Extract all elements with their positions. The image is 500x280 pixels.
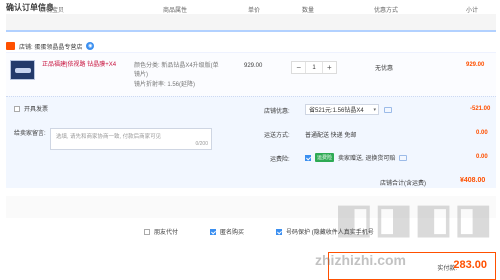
col-promo: 优惠方式	[374, 8, 399, 14]
increase-button[interactable]: +	[323, 62, 336, 73]
anonymous-checkbox[interactable]	[210, 228, 217, 235]
shipping-label: 运送方式:	[264, 133, 290, 139]
invoice-checkbox[interactable]	[14, 105, 20, 112]
pay-amount: 283.00	[453, 259, 487, 271]
shop-total-amount: ¥408.00	[460, 177, 486, 184]
coupon-label: 店铺优惠:	[264, 109, 290, 115]
message-counter: 0/200	[195, 141, 208, 147]
order-options: 朋友代付 匿名购买 号码保护 (隐藏收件人真实手机号	[140, 227, 402, 236]
product-attr-index: 镜片折射率: 1.56(延降)	[134, 82, 196, 88]
friend-pay-checkbox[interactable]	[144, 228, 150, 235]
shop-icon	[6, 42, 15, 50]
product-attr-color: 颜色分类: 新品钻晶X4升级版(单	[134, 63, 219, 69]
coupon-select[interactable]: 省521元:1.56钻晶X4 ▾	[305, 104, 379, 115]
col-attributes: 商品属性	[163, 8, 188, 14]
option-friend-pay[interactable]: 朋友代付	[140, 227, 178, 236]
message-textarea[interactable]: 选填, 请先和商家协商一致, 付款后商家可见 0/200	[50, 128, 212, 150]
option-anonymous[interactable]: 匿名购买	[206, 227, 244, 236]
col-quantity: 数量	[302, 8, 315, 14]
shop-name[interactable]: 店铺: 蛋蛋领晶晶专营店	[19, 42, 82, 51]
insurance-label: 运费险:	[270, 157, 290, 163]
insurance-tag: 运费险	[315, 153, 335, 162]
number-protect-label: 号码保护 (隐藏收件人真实手机号	[286, 230, 374, 236]
insurance-checkbox[interactable]	[305, 154, 311, 161]
col-unit-price: 单价	[248, 8, 261, 14]
shop-row: 店铺: 蛋蛋领晶晶专营店 ◉	[6, 40, 306, 52]
product-thumbnail[interactable]	[10, 60, 35, 80]
quantity-stepper: − 1 +	[291, 61, 337, 74]
watermark-text: zhizhizhi.com	[315, 252, 406, 268]
insurance-row: 运费险 卖家赠送, 退换货可赔	[305, 153, 408, 162]
promo-value: 无优惠	[375, 66, 394, 72]
col-subtotal: 小计	[466, 8, 479, 14]
friend-pay-label: 朋友代付	[154, 230, 179, 236]
shipping-value: 普通配送 快递 免邮	[305, 133, 357, 139]
shipping-amount: 0.00	[476, 130, 488, 136]
insurance-amount: 0.00	[476, 154, 488, 160]
message-placeholder: 选填, 请先和商家协商一致, 付款后商家可见	[56, 134, 162, 140]
item-subtotal: 929.00	[466, 62, 485, 68]
decrease-button[interactable]: −	[292, 62, 305, 73]
comment-icon[interactable]	[399, 154, 408, 161]
chat-badge-icon[interactable]: ◉	[86, 42, 95, 50]
shop-total-label: 店铺合计(含运费)	[380, 181, 426, 187]
number-protect-checkbox[interactable]	[276, 228, 283, 235]
product-name[interactable]: 正品福建|依视路 钻晶膜+X4升...	[42, 59, 116, 69]
coupon-selected: 省521元:1.56钻晶X4	[309, 108, 364, 114]
message-label: 给卖家留言:	[14, 131, 46, 137]
col-shop-item: 店铺宝贝	[40, 8, 65, 14]
insurance-value: 卖家赠送, 退换货可赔	[338, 156, 396, 162]
chevron-down-icon: ▾	[373, 106, 376, 113]
coupon-amount: -521.00	[470, 106, 491, 112]
option-number-protect[interactable]: 号码保护 (隐藏收件人真实手机号	[272, 227, 374, 236]
invoice-option[interactable]: 开具发票	[14, 104, 48, 113]
product-attr-color-cont: 镜片)	[134, 72, 148, 78]
anonymous-label: 匿名购买	[220, 230, 245, 236]
invoice-label: 开具发票	[24, 107, 49, 113]
unit-price: 929.00	[244, 63, 263, 69]
comment-icon[interactable]	[384, 107, 392, 113]
table-header	[6, 14, 496, 32]
quantity-input[interactable]: 1	[305, 62, 323, 73]
